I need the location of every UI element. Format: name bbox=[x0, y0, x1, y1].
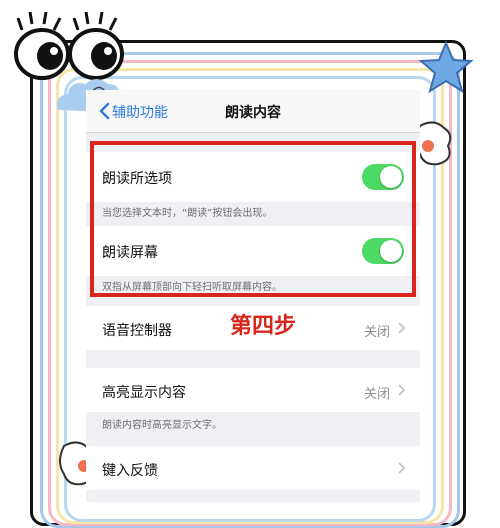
speech-controller-label: 语音控制器 bbox=[102, 323, 172, 339]
cloud-decoration-right bbox=[415, 121, 452, 166]
star-icon bbox=[418, 40, 474, 94]
highlight-content-row[interactable]: 高亮显示内容 关闭 bbox=[86, 368, 420, 412]
chevron-right-icon bbox=[398, 384, 406, 396]
highlight-content-label: 高亮显示内容 bbox=[102, 385, 186, 401]
chevron-right-icon bbox=[398, 462, 406, 474]
highlight-content-value: 关闭 bbox=[363, 387, 390, 402]
chevron-right-icon bbox=[398, 322, 406, 334]
typing-feedback-row[interactable]: 键入反馈 bbox=[86, 446, 420, 490]
typing-feedback-label: 键入反馈 bbox=[102, 463, 158, 479]
step-annotation: 第四步 bbox=[230, 314, 297, 339]
step-highlight-box bbox=[90, 141, 416, 297]
page-title: 朗读内容 bbox=[225, 105, 281, 121]
speech-controller-value: 关闭 bbox=[363, 325, 390, 340]
navigation-bar: 辅助功能 朗读内容 bbox=[86, 90, 420, 133]
highlight-content-footnote: 朗读内容时高亮显示文字。 bbox=[102, 420, 222, 431]
